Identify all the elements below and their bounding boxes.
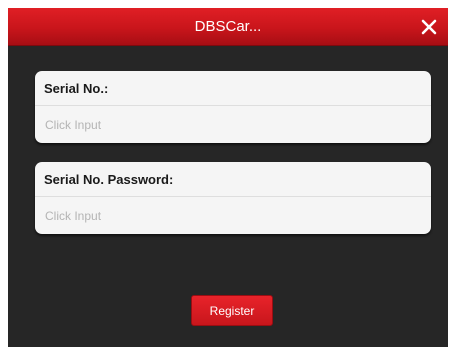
serial-number-card: Serial No.: (35, 71, 431, 143)
close-button[interactable] (418, 16, 440, 38)
serial-password-label: Serial No. Password: (35, 162, 431, 197)
dialog-titlebar: DBSCar... (8, 8, 448, 46)
serial-password-input[interactable] (35, 198, 431, 234)
register-dialog: DBSCar... Serial No.: Serial No. Passwor… (8, 8, 448, 347)
dialog-title: DBSCar... (194, 18, 262, 35)
serial-password-card: Serial No. Password: (35, 162, 431, 234)
serial-number-label: Serial No.: (35, 71, 431, 106)
close-icon (421, 19, 437, 35)
serial-number-input[interactable] (35, 107, 431, 143)
register-button[interactable]: Register (191, 295, 273, 326)
